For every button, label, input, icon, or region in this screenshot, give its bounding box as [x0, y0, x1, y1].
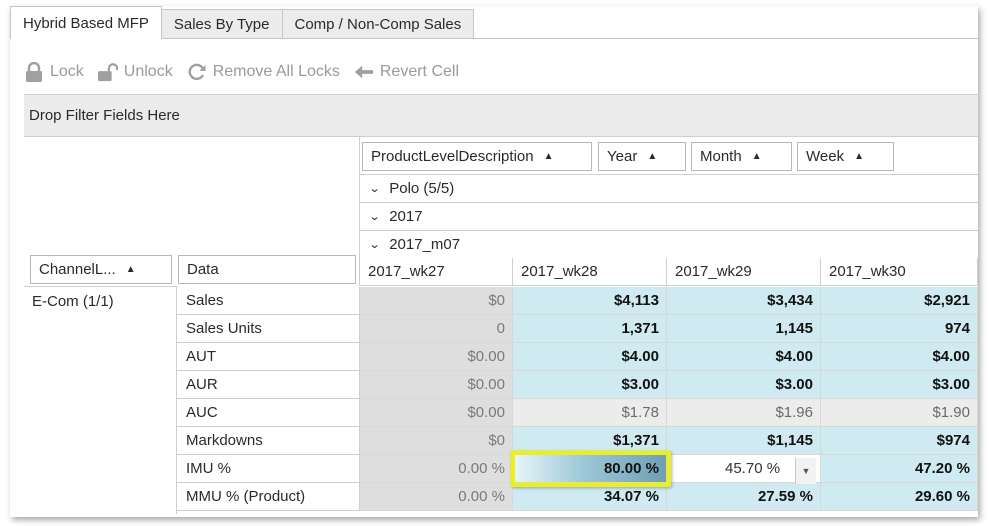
cell-editor-dropdown-button[interactable]: ▼ — [795, 458, 816, 484]
row-label-mmu: MMU % (Product) — [177, 483, 360, 511]
data-cell[interactable]: $1,145 — [667, 427, 821, 455]
field-year[interactable]: Year ▲ — [598, 142, 686, 171]
data-cell[interactable]: $4,113 — [513, 287, 667, 315]
data-cell[interactable]: 47.20 % — [821, 455, 978, 483]
remove-all-locks-button[interactable]: Remove All Locks — [187, 62, 340, 82]
sort-ascending-icon: ▲ — [647, 151, 658, 162]
field-data[interactable]: Data — [178, 255, 356, 284]
lock-label: Lock — [50, 63, 84, 80]
data-cell[interactable]: $3,434 — [667, 287, 821, 315]
data-cell[interactable]: 1,145 — [667, 315, 821, 343]
group-label: 2017 — [389, 208, 423, 225]
lock-button[interactable]: Lock — [24, 62, 84, 82]
undo-arrow-icon — [354, 62, 374, 82]
field-channel[interactable]: ChannelL... ▲ — [30, 255, 172, 284]
group-label: Polo (5/5) — [389, 180, 455, 197]
unlock-button[interactable]: Unlock — [97, 62, 173, 82]
data-cell[interactable]: $1.96 — [667, 399, 821, 427]
unlock-icon — [97, 62, 118, 82]
field-month[interactable]: Month ▲ — [691, 142, 792, 171]
data-cell[interactable]: 27.59 % — [667, 483, 821, 511]
group-year-2017[interactable]: ⌄ 2017 — [360, 202, 978, 231]
data-cell[interactable]: 29.60 % — [821, 483, 978, 511]
chevron-down-icon: ⌄ — [368, 183, 381, 195]
field-label: ProductLevelDescription — [371, 148, 534, 165]
field-week[interactable]: Week ▲ — [797, 142, 894, 171]
row-label-aur: AUR — [177, 371, 360, 399]
chevron-down-icon: ⌄ — [368, 239, 381, 251]
data-cell[interactable]: 0.00 % — [360, 483, 513, 511]
sort-ascending-icon: ▲ — [543, 151, 554, 162]
data-cell[interactable]: $2,921 — [821, 287, 978, 315]
revert-cell-label: Revert Cell — [379, 63, 460, 80]
row-label-aut: AUT — [177, 343, 360, 371]
field-product-level-description[interactable]: ProductLevelDescription ▲ — [362, 142, 592, 171]
column-header-wk28[interactable]: 2017_wk28 — [513, 258, 667, 286]
selected-cell[interactable]: 80.00 % — [513, 455, 667, 483]
data-cell[interactable]: $4.00 — [821, 343, 978, 371]
data-cell[interactable]: $3.00 — [821, 371, 978, 399]
field-label: ChannelL... — [39, 261, 116, 278]
data-cell[interactable]: $4.00 — [667, 343, 821, 371]
sort-ascending-icon: ▲ — [125, 264, 136, 275]
column-header-wk29[interactable]: 2017_wk29 — [667, 258, 821, 286]
tab-sales-by-type[interactable]: Sales By Type — [160, 9, 283, 39]
revert-cell-button[interactable]: Revert Cell — [354, 62, 459, 82]
data-cell[interactable]: $3.00 — [667, 371, 821, 399]
data-cell[interactable]: $0.00 — [360, 399, 513, 427]
field-label: Data — [187, 261, 219, 278]
chevron-down-icon: ▼ — [801, 466, 811, 476]
data-cell[interactable]: 1,371 — [513, 315, 667, 343]
chevron-down-icon: ⌄ — [368, 211, 381, 223]
data-cell[interactable]: $1,371 — [513, 427, 667, 455]
column-header-wk30[interactable]: 2017_wk30 — [821, 258, 978, 286]
tab-strip: Hybrid Based MFP Sales By Type Comp / No… — [10, 6, 475, 39]
data-cell[interactable]: 974 — [821, 315, 978, 343]
tab-comp-non-comp-sales[interactable]: Comp / Non-Comp Sales — [281, 9, 475, 39]
data-cell[interactable]: $3.00 — [513, 371, 667, 399]
row-label-sales: Sales — [177, 287, 360, 315]
field-label: Year — [607, 148, 638, 165]
data-cell[interactable]: $1.78 — [513, 399, 667, 427]
lock-icon — [24, 62, 44, 82]
row-label-sales-units: Sales Units — [177, 315, 360, 343]
remove-all-locks-label: Remove All Locks — [212, 63, 340, 80]
data-cell[interactable]: $0.00 — [360, 371, 513, 399]
row-label-markdowns: Markdowns — [177, 427, 360, 455]
data-cell[interactable]: $4.00 — [513, 343, 667, 371]
column-header-wk27[interactable]: 2017_wk27 — [360, 258, 513, 286]
field-label: Week — [806, 148, 845, 165]
row-label-imu: IMU % — [177, 455, 360, 483]
refresh-icon — [187, 62, 207, 82]
row-label-auc: AUC — [177, 399, 360, 427]
data-cell[interactable]: $974 — [821, 427, 978, 455]
filter-drop-area[interactable]: Drop Filter Fields Here — [24, 94, 978, 137]
data-cell[interactable]: 0.00 % — [360, 455, 513, 483]
group-label: 2017_m07 — [389, 236, 461, 253]
group-month-2017-m07[interactable]: ⌄ 2017_m07 — [360, 230, 978, 259]
data-cell[interactable]: 34.07 % — [513, 483, 667, 511]
data-cell[interactable]: 0 — [360, 315, 513, 343]
row-header-channel[interactable]: E-Com (1/1) — [24, 286, 177, 514]
data-cell[interactable]: $0 — [360, 287, 513, 315]
data-cell[interactable]: $0.00 — [360, 343, 513, 371]
filter-drop-label: Drop Filter Fields Here — [29, 107, 180, 124]
group-polo[interactable]: ⌄ Polo (5/5) — [360, 174, 978, 203]
unlock-label: Unlock — [123, 63, 173, 80]
field-label: Month — [700, 148, 742, 165]
data-cell[interactable]: $1.90 — [821, 399, 978, 427]
tab-hybrid-based-mfp[interactable]: Hybrid Based MFP — [10, 6, 162, 39]
sort-ascending-icon: ▲ — [751, 151, 762, 162]
sort-ascending-icon: ▲ — [854, 151, 864, 162]
toolbar: Lock Unlock Remove All Locks Revert Cell — [24, 56, 473, 88]
data-cell[interactable]: $0 — [360, 427, 513, 455]
